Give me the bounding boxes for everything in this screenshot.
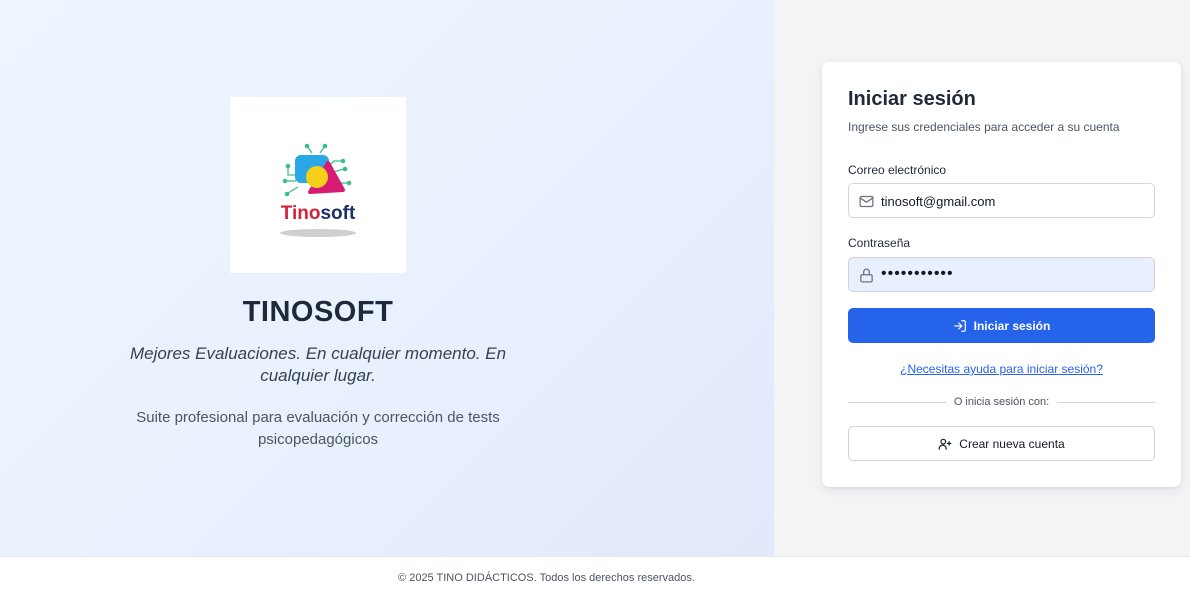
user-plus-icon (938, 438, 952, 450)
log-in-icon (953, 319, 966, 332)
password-label: Contraseña (848, 236, 911, 250)
login-button[interactable]: Iniciar sesión (848, 308, 1155, 343)
password-value: ••••••••••• (881, 265, 954, 282)
password-field[interactable]: ••••••••••• (848, 257, 1155, 292)
footer: © 2025 TINO DIDÁCTICOS. Todos los derech… (0, 556, 1190, 596)
email-label: Correo electrónico (848, 163, 947, 177)
brand-panel: Tinosoft TINOSOFT Mejores Evaluaciones. … (0, 0, 774, 556)
email-field[interactable]: tinosoft@gmail.com (848, 183, 1155, 218)
login-subtitle: Ingrese sus credenciales para acceder a … (848, 120, 1120, 134)
divider: O inicia sesión con: (848, 395, 1156, 409)
brand-description: Suite profesional para evaluación y corr… (136, 409, 500, 448)
login-button-label: Iniciar sesión (973, 318, 1051, 333)
login-panel: Iniciar sesión Ingrese sus credenciales … (774, 0, 1190, 556)
lock-icon (860, 268, 873, 283)
create-account-button[interactable]: Crear nueva cuenta (848, 426, 1155, 461)
login-title: Iniciar sesión (848, 88, 976, 110)
brand-tagline: Mejores Evaluaciones. En cualquier momen… (129, 344, 507, 385)
login-card: Iniciar sesión Ingrese sus credenciales … (822, 62, 1181, 487)
brand-title: TINOSOFT (242, 296, 394, 328)
divider-text: O inicia sesión con: (953, 396, 1050, 408)
logo: Tinosoft (230, 97, 406, 273)
email-value: tinosoft@gmail.com (881, 194, 996, 209)
create-account-label: Crear nueva cuenta (959, 436, 1065, 451)
mail-icon (859, 195, 874, 208)
svg-text:Tinosoft: Tinosoft (281, 203, 356, 224)
logo-graphic: Tinosoft (280, 143, 356, 237)
help-link[interactable]: ¿Necesitas ayuda para iniciar sesión? (848, 362, 1155, 376)
footer-text: © 2025 TINO DIDÁCTICOS. Todos los derech… (398, 572, 695, 584)
